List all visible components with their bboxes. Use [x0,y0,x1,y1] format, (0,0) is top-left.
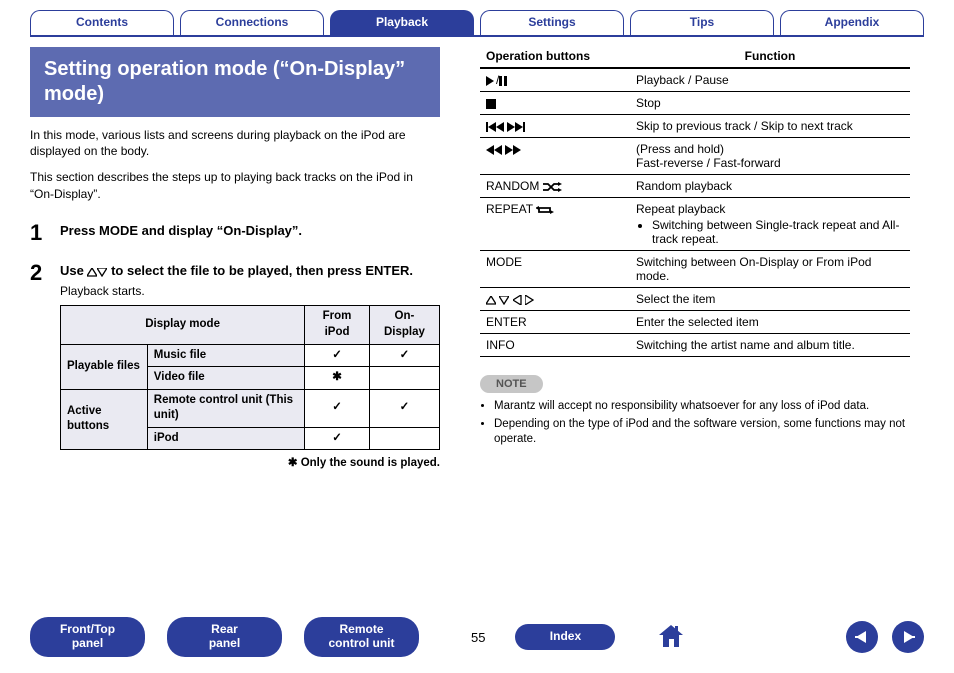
step-1: 1 Press MODE and display “On-Display”. [30,220,440,246]
table-row: (Press and hold)Fast-reverse / Fast-forw… [480,138,910,175]
step-text: Press MODE and display “On-Display”. [60,220,440,246]
step-number: 2 [30,260,60,472]
stop-icon [486,96,496,110]
play-pause-icon: / [486,73,508,87]
bottom-pill-2[interactable]: Remotecontrol unit [304,617,419,657]
table-row: Skip to previous track / Skip to next tr… [480,115,910,138]
bottom-nav: Front/Toppanel Rearpanel Remotecontrol uni… [30,617,924,657]
bottom-pill-0[interactable]: Front/Toppanel [30,617,145,657]
table-row: INFO Switching the artist name and album… [480,334,910,357]
table-row: REPEAT Repeat playbackSwitching between … [480,198,910,251]
note-label: NOTE [480,375,543,393]
table-row: /Playback / Pause [480,68,910,92]
skip-icon [486,119,525,133]
table-row: ENTER Enter the selected item [480,311,910,334]
step-number: 1 [30,220,60,246]
tab-contents[interactable]: Contents [30,10,174,35]
home-icon[interactable] [657,623,685,652]
note-item: Depending on the type of iPod and the so… [494,417,910,447]
tab-settings[interactable]: Settings [480,10,624,35]
display-mode-table: Display modeFrom iPodOn-DisplayPlayable … [60,305,440,450]
prev-page-button[interactable] [846,621,878,653]
tab-appendix[interactable]: Appendix [780,10,924,35]
index-button[interactable]: Index [515,624,615,650]
table-row: Select the item [480,288,910,311]
arrows4-icon [486,292,534,306]
up-down-icon [87,263,107,278]
tab-connections[interactable]: Connections [180,10,324,35]
step-sub: Playback starts. [60,283,440,299]
notes-list: Marantz will accept no responsibility wh… [480,399,910,447]
table-footnote: ✱ Only the sound is played. [60,456,440,472]
note-item: Marantz will accept no responsibility wh… [494,399,910,414]
table-row: RANDOM Random playback [480,175,910,198]
tab-tips[interactable]: Tips [630,10,774,35]
table-row: Stop [480,92,910,115]
tab-playback[interactable]: Playback [330,10,474,35]
table-row: MODE Switching between On-Display or Fro… [480,251,910,288]
top-nav: ContentsConnectionsPlaybackSettingsTipsA… [30,10,924,37]
step-text: Use to select the file to be played, the… [60,260,440,472]
next-page-button[interactable] [892,621,924,653]
repeat-icon [536,202,555,216]
operation-buttons-table: Operation buttonsFunction/Playback / Pau… [480,47,910,357]
intro-p2: This section describes the steps up to p… [30,169,440,201]
bottom-pill-1[interactable]: Rearpanel [167,617,282,657]
rewff-icon [486,142,521,156]
shuffle-icon [543,179,562,193]
page-title: Setting operation mode (“On-Display” mod… [30,47,440,117]
page-number: 55 [471,630,485,645]
step-2: 2 Use to select the file to be played, t… [30,260,440,472]
intro-p1: In this mode, various lists and screens … [30,127,440,159]
